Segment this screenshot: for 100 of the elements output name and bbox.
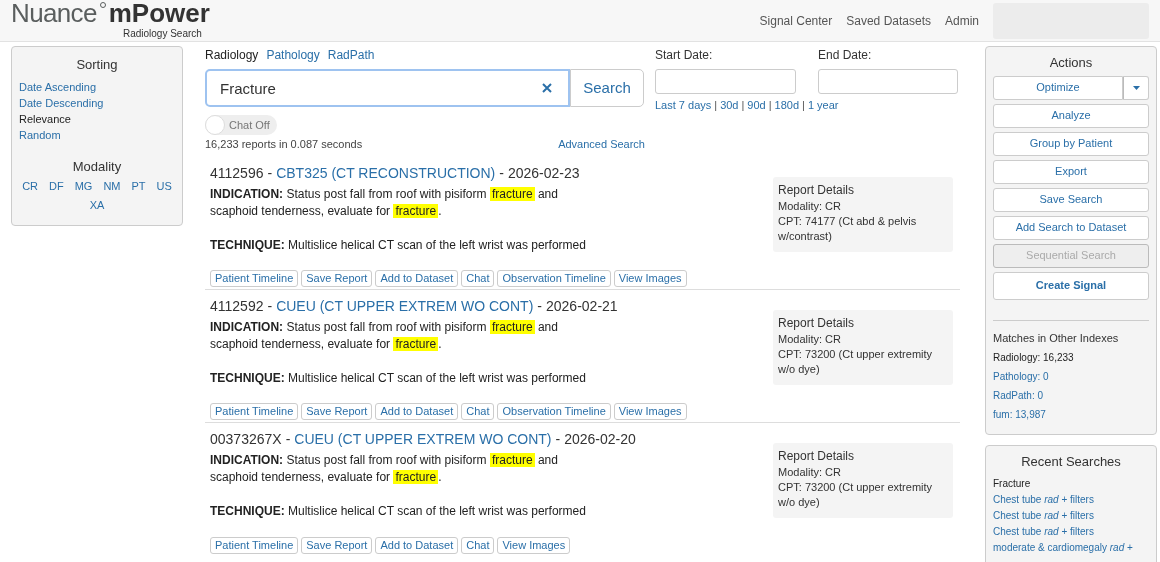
index-tab[interactable]: Radiology [205,46,259,64]
index-match-link[interactable]: Pathology: 0 [993,367,1149,386]
dash-text: - [555,429,561,449]
report-date: 2026-02-23 [507,163,580,183]
product-logo-text: mPower [108,0,210,26]
date-preset-link[interactable]: 1 year [807,97,839,114]
report-action-button[interactable]: Chat [461,269,495,287]
sort-option[interactable]: Random [19,126,175,143]
report-action-button[interactable]: Save Report [301,269,373,287]
report-action-button[interactable]: Chat [461,536,495,554]
report-action-button[interactable]: Save Report [301,536,373,554]
modality-filter-link[interactable]: MG [74,178,93,195]
report-date: 2026-02-20 [564,429,636,449]
date-preset-link[interactable]: 180d [774,97,800,114]
end-date-field[interactable] [818,69,958,94]
report-detail-text: CPT: 73200 (Ct upper extremity w/o dye) [778,479,934,510]
advanced-search-link[interactable]: Advanced Search [558,136,645,153]
report-detail-text: CPT: 73200 (Ct upper extremity w/o dye) [778,346,934,377]
modality-filter-link[interactable]: XA [89,196,105,213]
brand-logo-text: Nuance [11,0,97,26]
indication-text: INDICATION: Status post fall from roof with pisiform fracture and scaphoid tenderness, evaluate for fracture . [210,318,559,353]
chat-toggle[interactable]: Chat Off [205,115,277,135]
report-action-button[interactable]: Add to Dataset [375,536,459,554]
report-action-button[interactable]: Patient Timeline [210,536,299,554]
product-subtitle: Radiology Search [122,27,202,41]
sorting-title: Sorting [76,56,118,74]
end-date-label: End Date: [818,47,873,64]
action-button[interactable]: Create Signal [993,271,1149,300]
report-action-button[interactable]: Patient Timeline [210,269,299,287]
clear-icon[interactable] [542,83,552,93]
report-title-link[interactable]: CUEU (CT UPPER EXTREM WO CONT) [276,295,534,317]
separator-text: | [714,98,718,113]
sort-option[interactable]: Relevance [19,110,175,127]
modality-filter-link[interactable]: US [156,178,172,195]
modality-filter-link[interactable]: CR [22,178,38,195]
technique-text: TECHNIQUE: Multislice helical CT scan of the left wrist was performed [210,369,587,387]
modality-filter-link[interactable]: DF [49,178,64,195]
modality-filter-link[interactable]: PT [131,178,146,195]
report-details-title: Report Details [778,447,856,465]
modality-filter-link[interactable]: NM [103,178,121,195]
separator-text: | [768,98,772,113]
result-count-text: 16,233 reports in 0.087 seconds [205,137,363,152]
report-action-button[interactable]: Add to Dataset [375,402,459,420]
index-match-link[interactable]: Radiology: 16,233 [993,348,1149,367]
report-title-link[interactable]: CUEU (CT UPPER EXTREM WO CONT) [294,428,552,450]
recent-search-link[interactable]: Chest tube rad + filters [993,523,1149,540]
dash-text: - [267,163,273,183]
report-action-button[interactable]: View Images [613,402,687,420]
recent-search-link[interactable]: Chest tube rad + filters [993,491,1149,508]
index-match-link[interactable]: fum: 13,987 [993,405,1149,424]
report-action-button[interactable]: Observation Timeline [497,269,611,287]
recent-search-link[interactable]: moderate & cardiomegaly rad + [993,539,1149,556]
index-match-link[interactable]: RadPath: 0 [993,386,1149,405]
report-details-title: Report Details [778,181,856,199]
nav-link[interactable]: Saved Datasets [846,11,931,30]
nav-link[interactable]: Signal Center [759,11,833,30]
search-button[interactable]: Search [570,69,644,107]
date-preset-link[interactable]: Last 7 days [655,97,712,114]
report-id: 4112596 [210,163,264,183]
action-button[interactable]: Group by Patient [993,131,1149,156]
report-date: 2026-02-21 [546,296,618,316]
report-id: 4112592 [210,296,264,316]
nav-link[interactable]: Admin [945,11,979,30]
indication-text: INDICATION: Status post fall from roof with pisiform fracture and scaphoid tenderness, evaluate for fracture . [210,185,559,220]
caret-icon [1132,85,1140,90]
technique-text: TECHNIQUE: Multislice helical CT scan of the left wrist was performed [210,502,587,520]
report-action-button[interactable]: Chat [461,402,495,420]
search-field[interactable]: Fracture [205,69,570,107]
date-preset-link[interactable]: 30d [720,97,739,114]
actions-title: Actions [1049,54,1093,72]
report-detail-text: Modality: CR [778,198,842,214]
sort-option[interactable]: Date Ascending [19,78,175,95]
dash-text: - [499,163,504,183]
action-button[interactable]: Export [993,159,1149,184]
action-button[interactable]: Save Search [993,187,1149,212]
separator-text: | [802,98,805,113]
action-button[interactable]: Optimize [993,75,1123,100]
report-detail-text: Modality: CR [778,331,842,347]
dash-text: - [537,296,542,316]
modality-title: Modality [72,157,122,176]
sort-option[interactable]: Date Descending [19,94,175,111]
report-details-title: Report Details [778,314,856,332]
action-button[interactable]: Analyze [993,103,1149,128]
report-action-button[interactable]: Observation Timeline [497,402,611,420]
report-action-button[interactable]: Save Report [301,402,373,420]
report-title-link[interactable]: CBT325 (CT RECONSTRUCTION) [276,162,496,184]
index-tab[interactable]: RadPath [327,46,375,64]
dash-text: - [285,429,291,449]
recent-search-link[interactable]: Chest tube rad + filters [993,507,1149,524]
index-tab[interactable]: Pathology [266,46,320,64]
dropdown-button[interactable] [1123,75,1149,100]
date-preset-link[interactable]: 90d [747,97,766,114]
report-action-button[interactable]: Add to Dataset [375,269,459,287]
report-detail-text: CPT: 74177 (Ct abd & pelvis w/contrast) [778,213,918,244]
recent-search-link[interactable]: Fracture [993,475,1149,492]
start-date-field[interactable] [655,69,796,94]
report-action-button[interactable]: View Images [613,269,687,287]
action-button[interactable]: Add Search to Dataset [993,215,1149,240]
report-action-button[interactable]: View Images [497,536,571,554]
report-action-button[interactable]: Patient Timeline [210,402,299,420]
